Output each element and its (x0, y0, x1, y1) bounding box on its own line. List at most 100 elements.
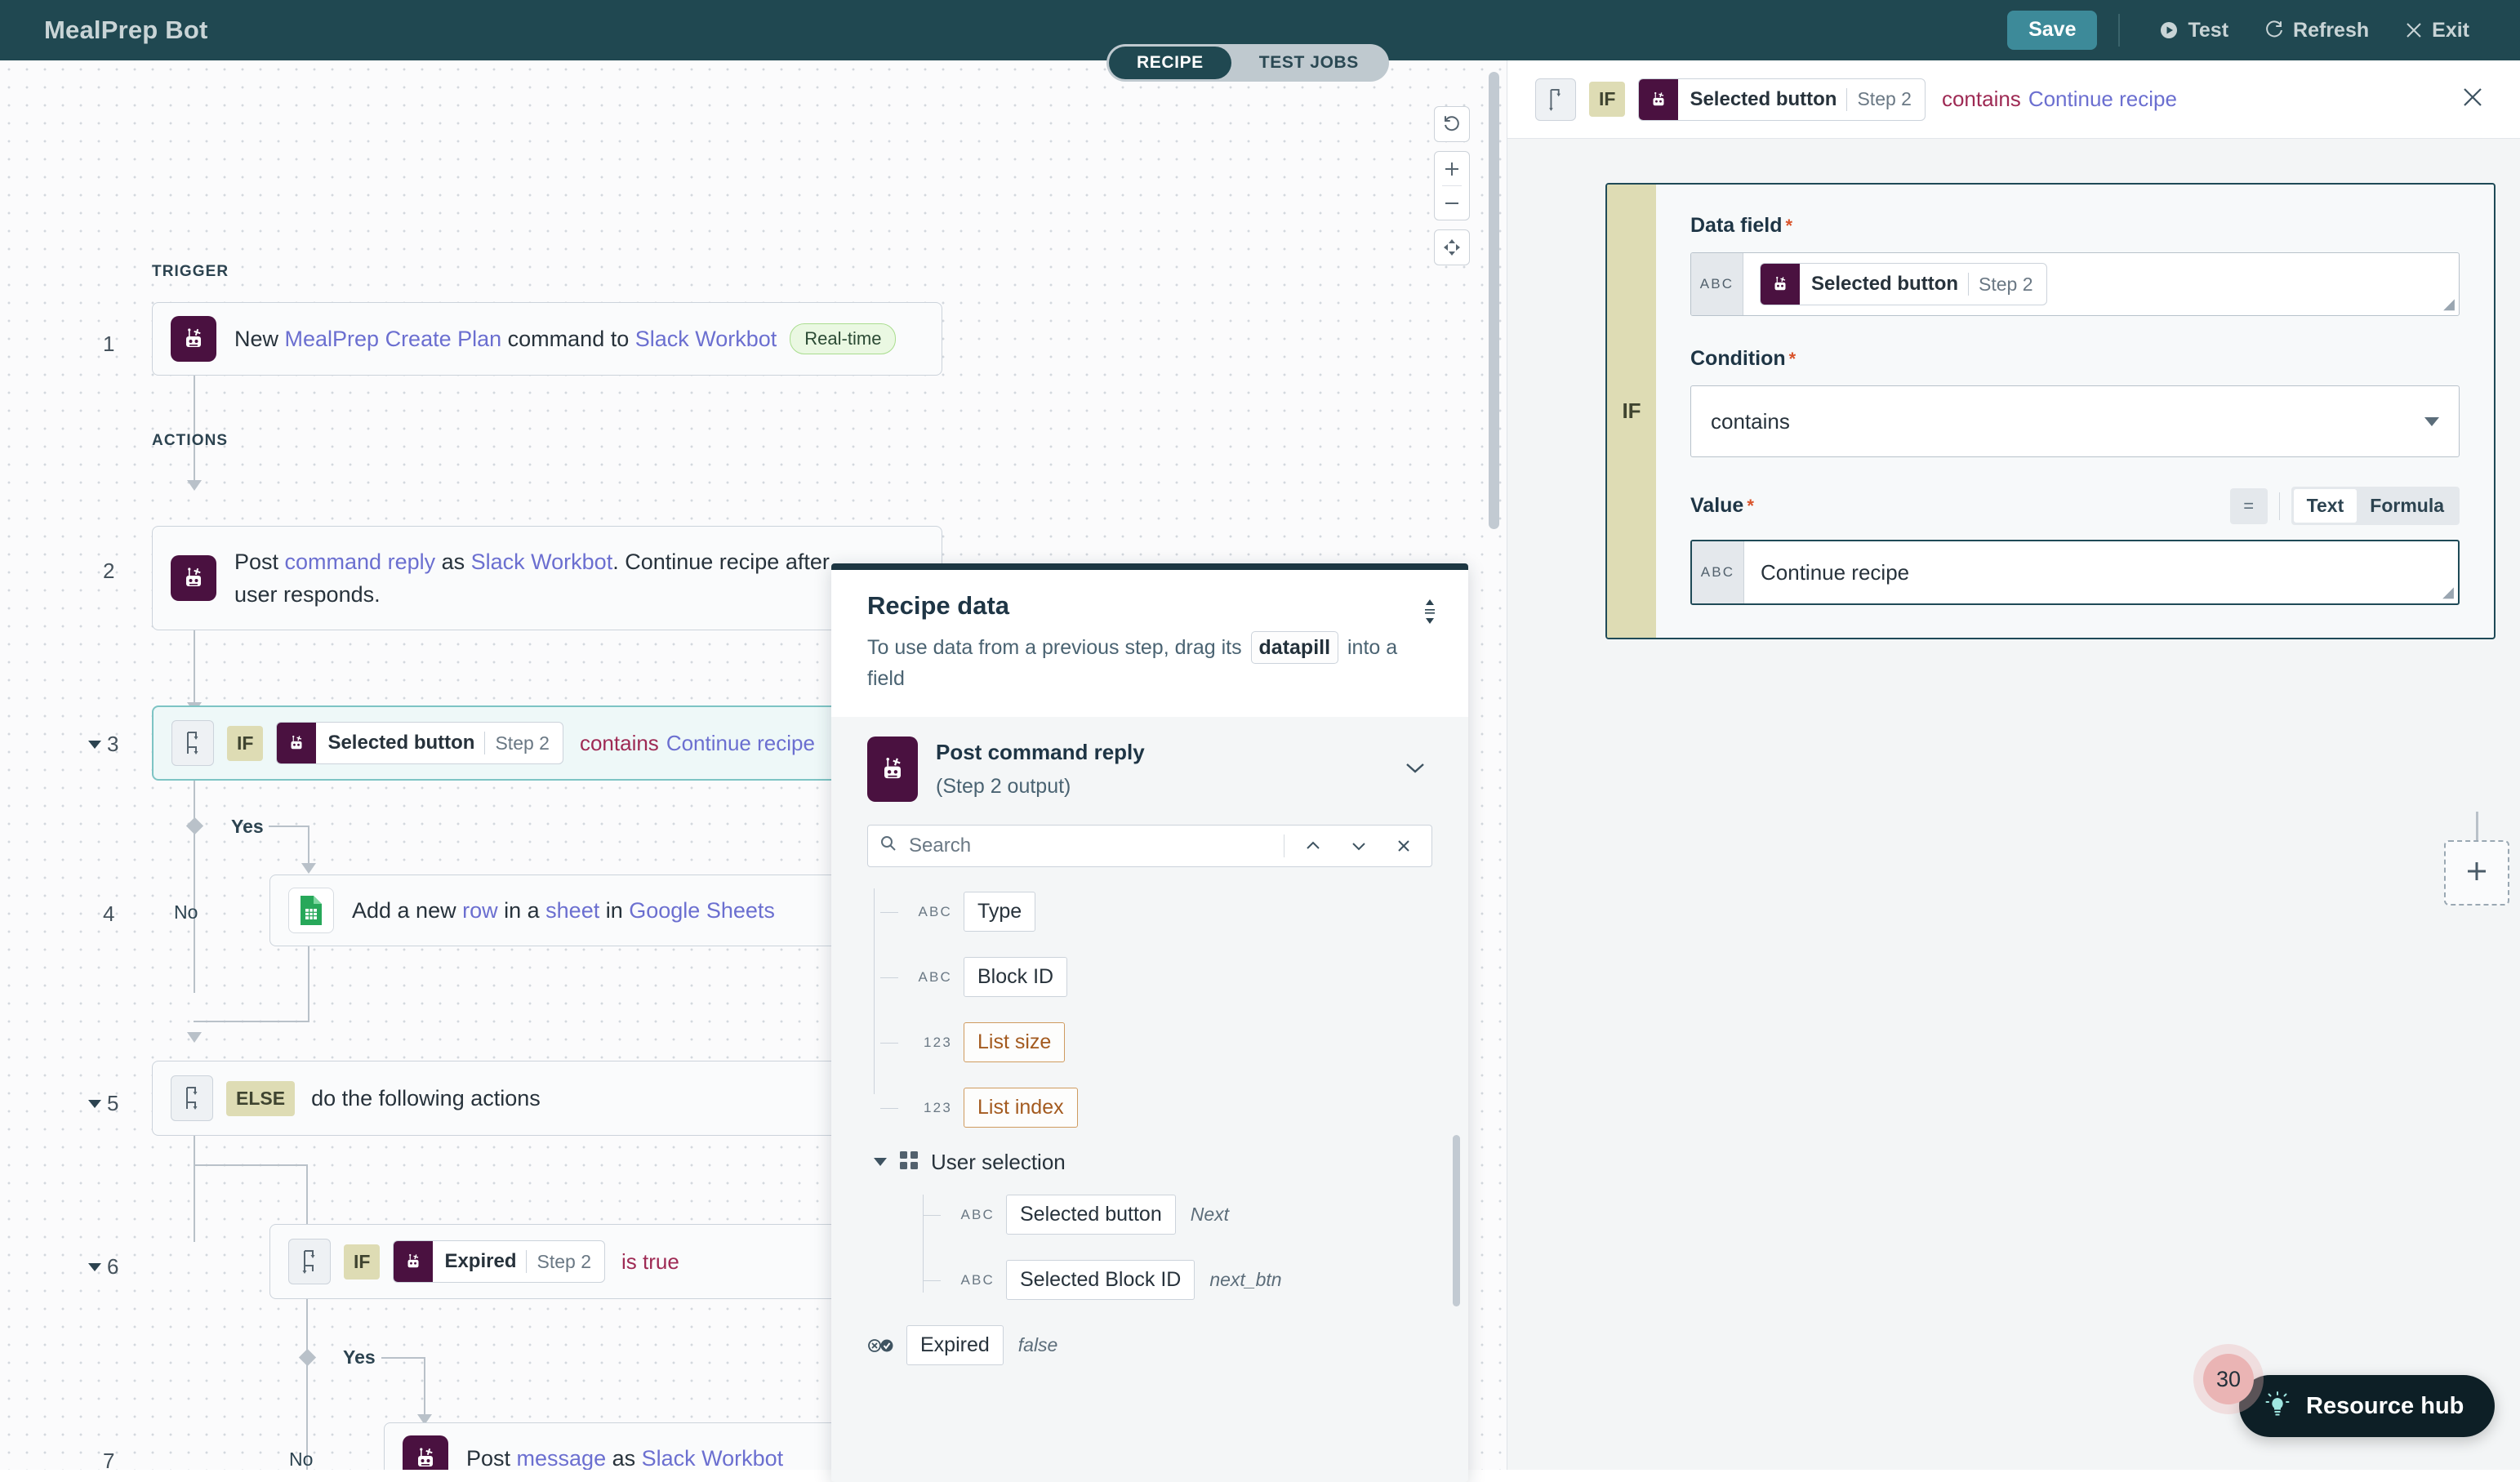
datapill-item[interactable]: ABC Selected button Next (874, 1191, 1432, 1239)
chevron-down-icon[interactable] (2424, 416, 2439, 426)
datapill-item[interactable]: ABC Selected Block ID next_btn (874, 1257, 1432, 1304)
data-field-area[interactable]: Selected button Step 2 ◢ (1743, 253, 2459, 315)
link-segment[interactable]: Slack Workbot (635, 327, 777, 351)
datapill-item[interactable]: Expired false (867, 1322, 1432, 1369)
recipe-data-panel[interactable]: Recipe data To use data from a previous … (831, 563, 1468, 1482)
step-number-label: 6 (107, 1254, 119, 1279)
panel-resize-handle[interactable] (1421, 598, 1439, 625)
close-panel-button[interactable] (2453, 78, 2492, 121)
test-button[interactable]: Test (2141, 12, 2246, 49)
datapill-label[interactable]: List index (964, 1088, 1078, 1128)
connector-line (381, 1357, 424, 1359)
search-input[interactable]: Search (909, 834, 1272, 857)
datapill-item[interactable]: ABC Block ID (874, 954, 1432, 1001)
mode-formula-button[interactable]: Formula (2357, 489, 2457, 523)
step-7-text: Post message as Slack Workbot (466, 1442, 783, 1470)
tab-test-jobs[interactable]: TEST JOBS (1231, 47, 1387, 79)
datapill-label[interactable]: Expired (906, 1325, 1004, 1365)
link-segment[interactable]: Slack Workbot (642, 1446, 784, 1470)
link-segment[interactable]: Slack Workbot (471, 550, 613, 574)
resource-hub-badge[interactable]: 30 (2203, 1354, 2254, 1404)
step-card-1[interactable]: New MealPrep Create Plan command to Slac… (152, 302, 942, 376)
field-type-tag: ABC (1691, 253, 1743, 315)
recipe-data-source[interactable]: Post command reply (Step 2 output) (867, 736, 1432, 802)
branch-node (298, 1348, 317, 1367)
datapill-item[interactable]: 123 List size (874, 1019, 1432, 1066)
datapill-expired[interactable]: Expired Step 2 (393, 1240, 605, 1283)
search-icon (879, 834, 897, 857)
fit-view-button[interactable] (1434, 229, 1470, 265)
datapill-type: ABC (918, 968, 952, 985)
recipe-data-scrollbar[interactable] (1453, 1135, 1460, 1306)
fit-view-icon (1435, 230, 1469, 265)
datapill-sample: false (1017, 1334, 1058, 1355)
collapse-caret-icon[interactable] (88, 740, 101, 749)
datapill-search[interactable]: Search (867, 824, 1432, 867)
search-next-button[interactable] (1342, 839, 1376, 852)
reset-view-button[interactable] (1434, 106, 1470, 142)
collapse-caret-icon[interactable] (88, 1262, 101, 1271)
chevron-down-icon[interactable] (1403, 759, 1427, 780)
connector-line (194, 1164, 306, 1166)
tab-recipe[interactable]: RECIPE (1109, 47, 1231, 79)
branch-label-no: No (174, 901, 198, 923)
config-rail-if: IF (1607, 185, 1656, 638)
datapill-group-user-selection[interactable]: User selection (874, 1150, 1432, 1175)
config-panel-header: IF Selected button Step 2 contains Conti… (1507, 60, 2520, 139)
datapill-selected-button[interactable]: Selected button Step 2 (276, 722, 563, 764)
link-segment[interactable]: sheet (545, 898, 599, 923)
datapill-selected-button[interactable]: Selected button Step 2 (1760, 263, 2047, 305)
refresh-button[interactable]: Refresh (2246, 12, 2387, 49)
datapill-item[interactable]: ABC Type (874, 888, 1432, 936)
step-card-5[interactable]: ELSE do the following actions (152, 1061, 942, 1136)
link-segment[interactable]: MealPrep Create Plan (285, 327, 502, 351)
condition-operator: is true (621, 1248, 679, 1274)
step-card-2[interactable]: Post command reply as Slack Workbot. Con… (152, 526, 942, 630)
mode-text-button[interactable]: Text (2293, 489, 2357, 523)
recipe-data-body: Post command reply (Step 2 output) Searc… (831, 717, 1468, 1369)
step-card-3[interactable]: IF Selected button Step 2 contains Conti… (152, 705, 942, 781)
resize-grip-icon[interactable]: ◢ (2443, 296, 2455, 313)
link-segment[interactable]: command reply (285, 550, 436, 574)
datapill-label[interactable]: Selected Block ID (1006, 1260, 1195, 1300)
add-step-button[interactable] (2444, 840, 2509, 906)
zoom-in-button[interactable] (1435, 152, 1469, 185)
datapill-label[interactable]: Block ID (964, 957, 1068, 997)
exit-button[interactable]: Exit (2387, 12, 2487, 49)
link-segment[interactable]: message (517, 1446, 607, 1470)
datapill-label[interactable]: List size (964, 1022, 1066, 1062)
branch-node (185, 817, 204, 835)
datapill-sample: Next (1190, 1204, 1230, 1225)
datapill-type: 123 (924, 1034, 952, 1050)
datapill-label[interactable]: Type (964, 892, 1036, 932)
zoom-out-button[interactable] (1435, 186, 1469, 220)
datapill-selected-button[interactable]: Selected button Step 2 (1638, 78, 1926, 121)
collapse-caret-icon[interactable] (88, 1099, 101, 1108)
step-number-6[interactable]: 6 (88, 1254, 118, 1280)
datapill-type: ABC (918, 903, 952, 919)
save-button[interactable]: Save (2007, 11, 2098, 50)
datapill-step: Step 2 (495, 732, 550, 754)
value-field-area[interactable]: Continue recipe ◢ (1744, 541, 2458, 603)
text-segment: in (599, 897, 630, 923)
step-number-5[interactable]: 5 (88, 1091, 118, 1116)
condition-operator: contains (1941, 87, 2021, 111)
step-number-3[interactable]: 3 (88, 732, 118, 757)
lightbulb-icon (2264, 1391, 2291, 1422)
datapill-item[interactable]: 123 List index (874, 1084, 1432, 1132)
link-segment[interactable]: Google Sheets (629, 898, 775, 923)
datapill-label[interactable]: Selected button (1006, 1195, 1176, 1235)
search-prev-button[interactable] (1296, 839, 1330, 852)
resize-grip-icon[interactable]: ◢ (2442, 584, 2454, 601)
data-field-input[interactable]: ABC Selected button Step 2 ◢ (1690, 252, 2460, 316)
datapill-step: Step 2 (537, 1250, 591, 1272)
collapse-caret-icon[interactable] (874, 1158, 887, 1166)
link-segment[interactable]: row (462, 898, 498, 923)
step-5-text: do the following actions (311, 1085, 541, 1110)
resource-hub-button[interactable]: Resource hub (2239, 1375, 2496, 1437)
equals-toggle-button[interactable]: = (2229, 487, 2268, 524)
search-clear-button[interactable] (1387, 838, 1420, 854)
canvas-scrollbar[interactable] (1489, 72, 1499, 529)
value-field-input[interactable]: ABC Continue recipe ◢ (1690, 540, 2460, 605)
condition-select[interactable]: contains (1690, 385, 2460, 457)
